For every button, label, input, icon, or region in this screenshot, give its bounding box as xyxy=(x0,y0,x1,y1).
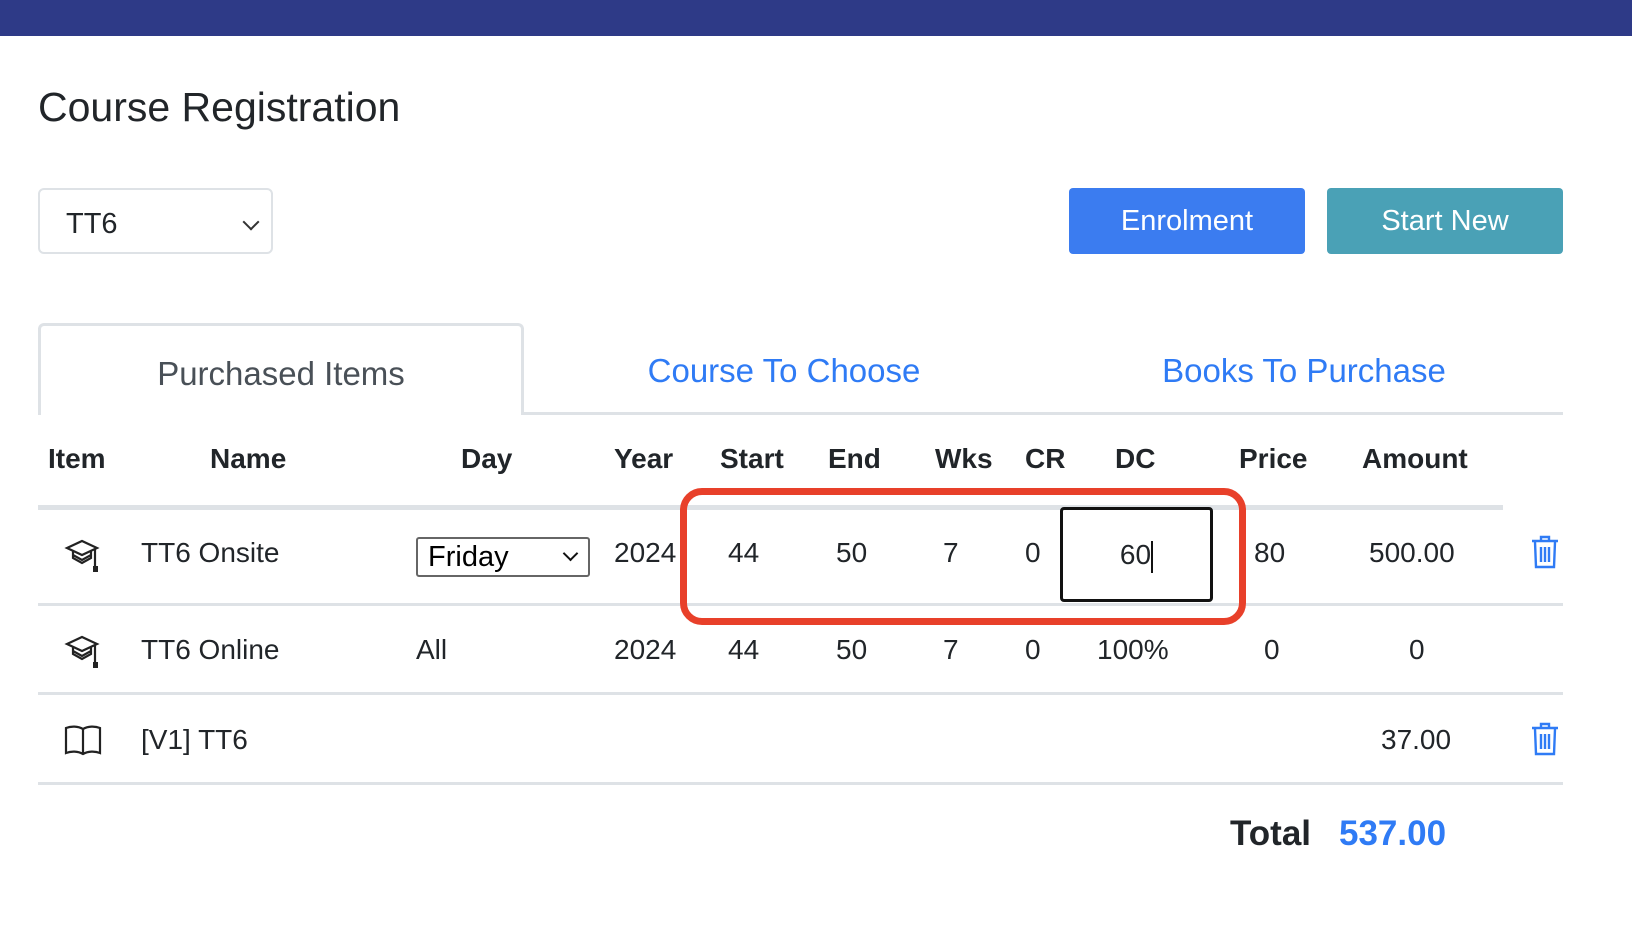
day-select[interactable]: Friday xyxy=(416,537,590,577)
tab-books-to-purchase[interactable]: Books To Purchase xyxy=(1044,323,1564,413)
tab-purchased-items[interactable]: Purchased Items xyxy=(38,323,524,415)
amount: 500.00 xyxy=(1369,537,1455,568)
year: 2024 xyxy=(614,537,677,568)
item-name: [V1] TT6 xyxy=(141,724,248,755)
col-cr: CR xyxy=(1025,443,1066,474)
item-name: TT6 Online xyxy=(141,634,280,665)
col-end: End xyxy=(828,443,881,474)
trash-icon[interactable] xyxy=(1530,534,1560,570)
row-divider xyxy=(38,782,1563,785)
col-dc: DC xyxy=(1115,443,1156,474)
course-select-value: TT6 xyxy=(66,208,118,240)
col-amount: Amount xyxy=(1362,443,1468,474)
row-divider xyxy=(38,692,1563,695)
col-item: Item xyxy=(48,443,106,474)
price: 80 xyxy=(1254,537,1286,568)
col-price: Price xyxy=(1239,443,1308,474)
col-day: Day xyxy=(461,443,513,474)
total-label: Total xyxy=(1230,814,1312,853)
highlight-annotation xyxy=(680,488,1246,625)
start: 44 xyxy=(728,634,760,665)
graduation-cap-icon xyxy=(64,539,100,572)
day: All xyxy=(416,634,448,665)
top-nav-bar xyxy=(0,0,1632,36)
wks: 7 xyxy=(943,634,959,665)
col-start: Start xyxy=(720,443,784,474)
col-year: Year xyxy=(614,443,674,474)
tab-course-to-choose[interactable]: Course To Choose xyxy=(524,323,1044,413)
book-icon xyxy=(64,725,102,756)
end: 50 xyxy=(836,634,868,665)
chevron-down-icon xyxy=(562,545,579,562)
total-value: 537.00 xyxy=(1339,814,1447,853)
dc: 100% xyxy=(1097,634,1169,665)
enrolment-button[interactable]: Enrolment xyxy=(1069,188,1305,254)
amount: 0 xyxy=(1409,634,1425,665)
amount: 37.00 xyxy=(1381,724,1452,755)
day-select-value: Friday xyxy=(428,541,509,573)
trash-icon[interactable] xyxy=(1530,721,1560,757)
start-new-button[interactable]: Start New xyxy=(1327,188,1563,254)
price: 0 xyxy=(1264,634,1280,665)
chevron-down-icon xyxy=(242,213,260,231)
item-name: TT6 Onsite xyxy=(141,537,280,568)
col-name: Name xyxy=(210,443,287,474)
graduation-cap-icon xyxy=(64,635,100,668)
page-title: Course Registration xyxy=(38,84,401,130)
year: 2024 xyxy=(614,634,677,665)
cr: 0 xyxy=(1025,634,1041,665)
col-wks: Wks xyxy=(935,443,993,474)
course-select[interactable]: TT6 xyxy=(38,188,273,254)
